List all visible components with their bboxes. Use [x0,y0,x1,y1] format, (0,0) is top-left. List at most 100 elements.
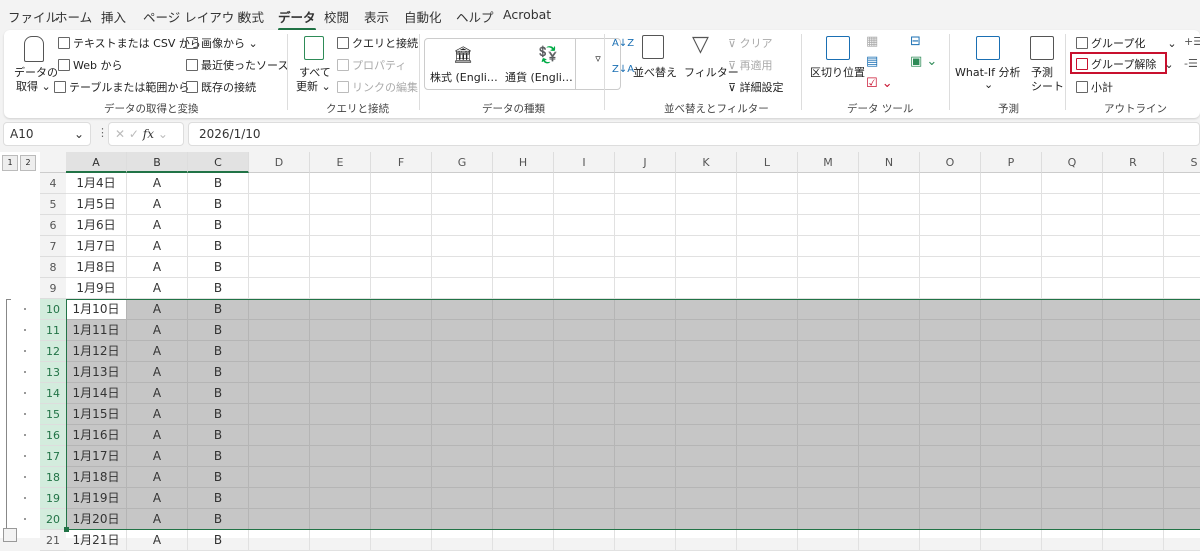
column-header-c[interactable]: C [188,152,249,173]
subtotal-button[interactable]: 小計 [1076,79,1113,95]
cell-o7[interactable] [920,236,981,257]
row-header-15[interactable]: 15 [40,404,66,425]
column-header-q[interactable]: Q [1042,152,1103,173]
cell-e6[interactable] [310,215,371,236]
cell-r8[interactable] [1103,257,1164,278]
cell-d5[interactable] [249,194,310,215]
cell-q7[interactable] [1042,236,1103,257]
cell-j4[interactable] [615,173,676,194]
cell-q21[interactable] [1042,530,1103,551]
cell-k7[interactable] [676,236,737,257]
reapply-button[interactable]: ⊽ 再適用 [728,57,773,73]
cell-l4[interactable] [737,173,798,194]
cell-m4[interactable] [798,173,859,194]
cell-a6[interactable]: 1月6日 [66,215,127,236]
hide-detail-icon[interactable]: -☰ [1184,57,1198,70]
cell-k5[interactable] [676,194,737,215]
cell-n5[interactable] [859,194,920,215]
sort-ascending-button[interactable]: A↓Z [612,38,634,49]
cell-m5[interactable] [798,194,859,215]
stocks-button[interactable]: 株式 (Engli… [430,69,498,85]
cell-g9[interactable] [432,278,493,299]
cell-c4[interactable]: B [188,173,249,194]
edit-links-button[interactable]: リンクの編集 [337,79,418,95]
cell-i8[interactable] [554,257,615,278]
tab-data[interactable]: データ [278,7,316,31]
what-if-caret[interactable]: ⌄ [984,78,993,91]
column-header-g[interactable]: G [432,152,493,173]
existing-connections-button[interactable]: 既存の接続 [186,79,256,95]
row-header-17[interactable]: 17 [40,446,66,467]
remove-duplicates-icon[interactable]: ▤ [866,54,878,69]
cell-f5[interactable] [371,194,432,215]
cell-j9[interactable] [615,278,676,299]
cell-k9[interactable] [676,278,737,299]
column-header-s[interactable]: S [1164,152,1200,173]
row-header-13[interactable]: 13 [40,362,66,383]
cell-j5[interactable] [615,194,676,215]
column-header-i[interactable]: I [554,152,615,173]
formula-input[interactable]: 2026/1/10 [188,122,1200,146]
more-options-icon[interactable]: ⋮ [97,126,108,139]
cell-n4[interactable] [859,173,920,194]
column-header-r[interactable]: R [1103,152,1164,173]
fill-handle[interactable] [64,527,69,532]
advanced-filter-button[interactable]: ⊽ 詳細設定 [728,79,784,95]
cell-h5[interactable] [493,194,554,215]
row-header-20[interactable]: 20 [40,509,66,530]
cell-c21[interactable]: B [188,530,249,551]
cell-p5[interactable] [981,194,1042,215]
cell-f6[interactable] [371,215,432,236]
cell-k4[interactable] [676,173,737,194]
cell-e9[interactable] [310,278,371,299]
cell-l7[interactable] [737,236,798,257]
cell-d7[interactable] [249,236,310,257]
cell-s8[interactable] [1164,257,1200,278]
column-header-h[interactable]: H [493,152,554,173]
cell-q6[interactable] [1042,215,1103,236]
column-header-f[interactable]: F [371,152,432,173]
insert-function-button[interactable]: fx [143,127,154,141]
cell-p9[interactable] [981,278,1042,299]
cell-h4[interactable] [493,173,554,194]
tab-file[interactable]: ファイル [8,7,58,26]
cell-r7[interactable] [1103,236,1164,257]
cell-j21[interactable] [615,530,676,551]
cell-n6[interactable] [859,215,920,236]
cell-o6[interactable] [920,215,981,236]
tab-review[interactable]: 校閲 [324,7,349,26]
cell-m8[interactable] [798,257,859,278]
row-header-16[interactable]: 16 [40,425,66,446]
cell-o21[interactable] [920,530,981,551]
cell-n9[interactable] [859,278,920,299]
cell-q8[interactable] [1042,257,1103,278]
cell-g21[interactable] [432,530,493,551]
row-header-9[interactable]: 9 [40,278,66,299]
cell-m21[interactable] [798,530,859,551]
column-header-n[interactable]: N [859,152,920,173]
cell-f7[interactable] [371,236,432,257]
tab-view[interactable]: 表示 [364,7,389,26]
column-header-k[interactable]: K [676,152,737,173]
row-header-14[interactable]: 14 [40,383,66,404]
refresh-all-dropdown[interactable]: 更新 ⌄ [296,78,331,94]
cell-k21[interactable] [676,530,737,551]
tab-page-layout[interactable]: ページ レイアウト [143,7,247,26]
cell-o5[interactable] [920,194,981,215]
cell-l9[interactable] [737,278,798,299]
row-header-6[interactable]: 6 [40,215,66,236]
cell-p21[interactable] [981,530,1042,551]
cell-d8[interactable] [249,257,310,278]
cell-p4[interactable] [981,173,1042,194]
column-header-b[interactable]: B [127,152,188,173]
column-header-a[interactable]: A [66,152,127,173]
recent-sources-button[interactable]: 最近使ったソース [186,57,288,73]
cell-s4[interactable] [1164,173,1200,194]
cell-i4[interactable] [554,173,615,194]
properties-button[interactable]: プロパティ [337,57,406,73]
cell-g8[interactable] [432,257,493,278]
queries-connections-button[interactable]: クエリと接続 [337,35,418,51]
cell-s5[interactable] [1164,194,1200,215]
cell-h8[interactable] [493,257,554,278]
cell-g5[interactable] [432,194,493,215]
